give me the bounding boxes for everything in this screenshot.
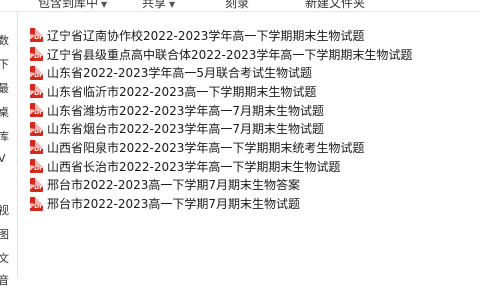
- nav-item[interactable]: 桌: [0, 104, 12, 120]
- file-row[interactable]: PDF 山东省2022-2023学年高一5月联合考试生物试题: [30, 63, 412, 82]
- file-name: 山东省烟台市2022-2023学年高一7月期末生物试题: [47, 122, 325, 137]
- file-name: 邢台市2022-2023高一下学期7月期末生物答案: [47, 178, 301, 193]
- file-name: 山东省2022-2023学年高一5月联合考试生物试题: [47, 66, 313, 81]
- file-row[interactable]: PDF 邢台市2022-2023高一下学期7月期末生物答案: [30, 176, 412, 195]
- file-name: 山东省潍坊市2022-2023学年高一7月期末生物试题: [47, 103, 325, 118]
- pane-divider: [17, 12, 18, 278]
- pdf-file-icon: PDF: [30, 65, 43, 80]
- include-in-library-label: 包含到库中: [38, 0, 99, 10]
- new-folder-label: 新建文件夹: [305, 0, 366, 10]
- file-name: 辽宁省县级重点高中联合体2022-2023学年高一下学期期末生物试题: [47, 47, 413, 62]
- share-button[interactable]: 共享 ▼: [142, 0, 175, 11]
- pdf-file-icon: PDF: [30, 140, 43, 155]
- pdf-file-icon: PDF: [30, 159, 43, 174]
- explorer-toolbar: 包含到库中 ▼ 共享 ▼ 刻录 新建文件夹: [0, 0, 480, 12]
- nav-item[interactable]: 文: [0, 250, 12, 266]
- nav-item[interactable]: 音: [0, 272, 12, 288]
- new-folder-button[interactable]: 新建文件夹: [305, 0, 365, 11]
- nav-item[interactable]: 视: [0, 202, 12, 218]
- navigation-pane: 数 下 最 桌 库 V 视 图 文 音: [0, 12, 18, 287]
- pdf-file-icon: PDF: [30, 84, 43, 99]
- file-list: PDF 辽宁省辽南协作校2022-2023学年高一下学期期末生物试题 PDF 辽宁省…: [30, 26, 412, 213]
- file-row[interactable]: PDF 辽宁省县级重点高中联合体2022-2023学年高一下学期期末生物试题: [30, 45, 412, 64]
- nav-item[interactable]: 下: [0, 56, 12, 72]
- file-name: 山西省长治市2022-2023学年高一下学期期末生物试题: [47, 159, 341, 174]
- nav-item[interactable]: 最: [0, 80, 12, 96]
- file-row[interactable]: PDF 山西省长治市2022-2023学年高一下学期期末生物试题: [30, 157, 412, 176]
- file-name: 辽宁省辽南协作校2022-2023学年高一下学期期末生物试题: [47, 28, 365, 43]
- file-row[interactable]: PDF 山东省烟台市2022-2023学年高一7月期末生物试题: [30, 119, 412, 138]
- file-name: 山东省临沂市2022-2023高一下学期期末生物试题: [47, 84, 317, 99]
- file-row[interactable]: PDF 山东省临沂市2022-2023高一下学期期末生物试题: [30, 82, 412, 101]
- file-name: 山西省阳泉市2022-2023学年高一下学期期末统考生物试题: [47, 140, 365, 155]
- file-row[interactable]: PDF 山东省潍坊市2022-2023学年高一7月期末生物试题: [30, 101, 412, 120]
- pdf-file-icon: PDF: [30, 103, 43, 118]
- chevron-down-icon: ▼: [169, 0, 176, 9]
- include-in-library-button[interactable]: 包含到库中 ▼: [38, 0, 107, 11]
- pdf-file-icon: PDF: [30, 177, 43, 192]
- pdf-file-icon: PDF: [30, 28, 43, 43]
- burn-button[interactable]: 刻录: [225, 0, 249, 11]
- nav-item[interactable]: 数: [0, 32, 12, 48]
- pdf-file-icon: PDF: [30, 121, 43, 136]
- file-name: 邢台市2022-2023高一下学期7月期末生物试题: [47, 197, 301, 212]
- chevron-down-icon: ▼: [101, 0, 108, 9]
- burn-label: 刻录: [225, 0, 250, 10]
- file-row[interactable]: PDF 山西省阳泉市2022-2023学年高一下学期期末统考生物试题: [30, 138, 412, 157]
- share-label: 共享: [142, 0, 167, 10]
- nav-item[interactable]: 库: [0, 128, 12, 144]
- pdf-file-icon: PDF: [30, 47, 43, 62]
- pdf-file-icon: PDF: [30, 196, 43, 211]
- file-row[interactable]: PDF 辽宁省辽南协作校2022-2023学年高一下学期期末生物试题: [30, 26, 412, 45]
- nav-item[interactable]: 图: [0, 226, 12, 242]
- nav-item[interactable]: V: [0, 152, 12, 165]
- file-row[interactable]: PDF 邢台市2022-2023高一下学期7月期末生物试题: [30, 194, 412, 213]
